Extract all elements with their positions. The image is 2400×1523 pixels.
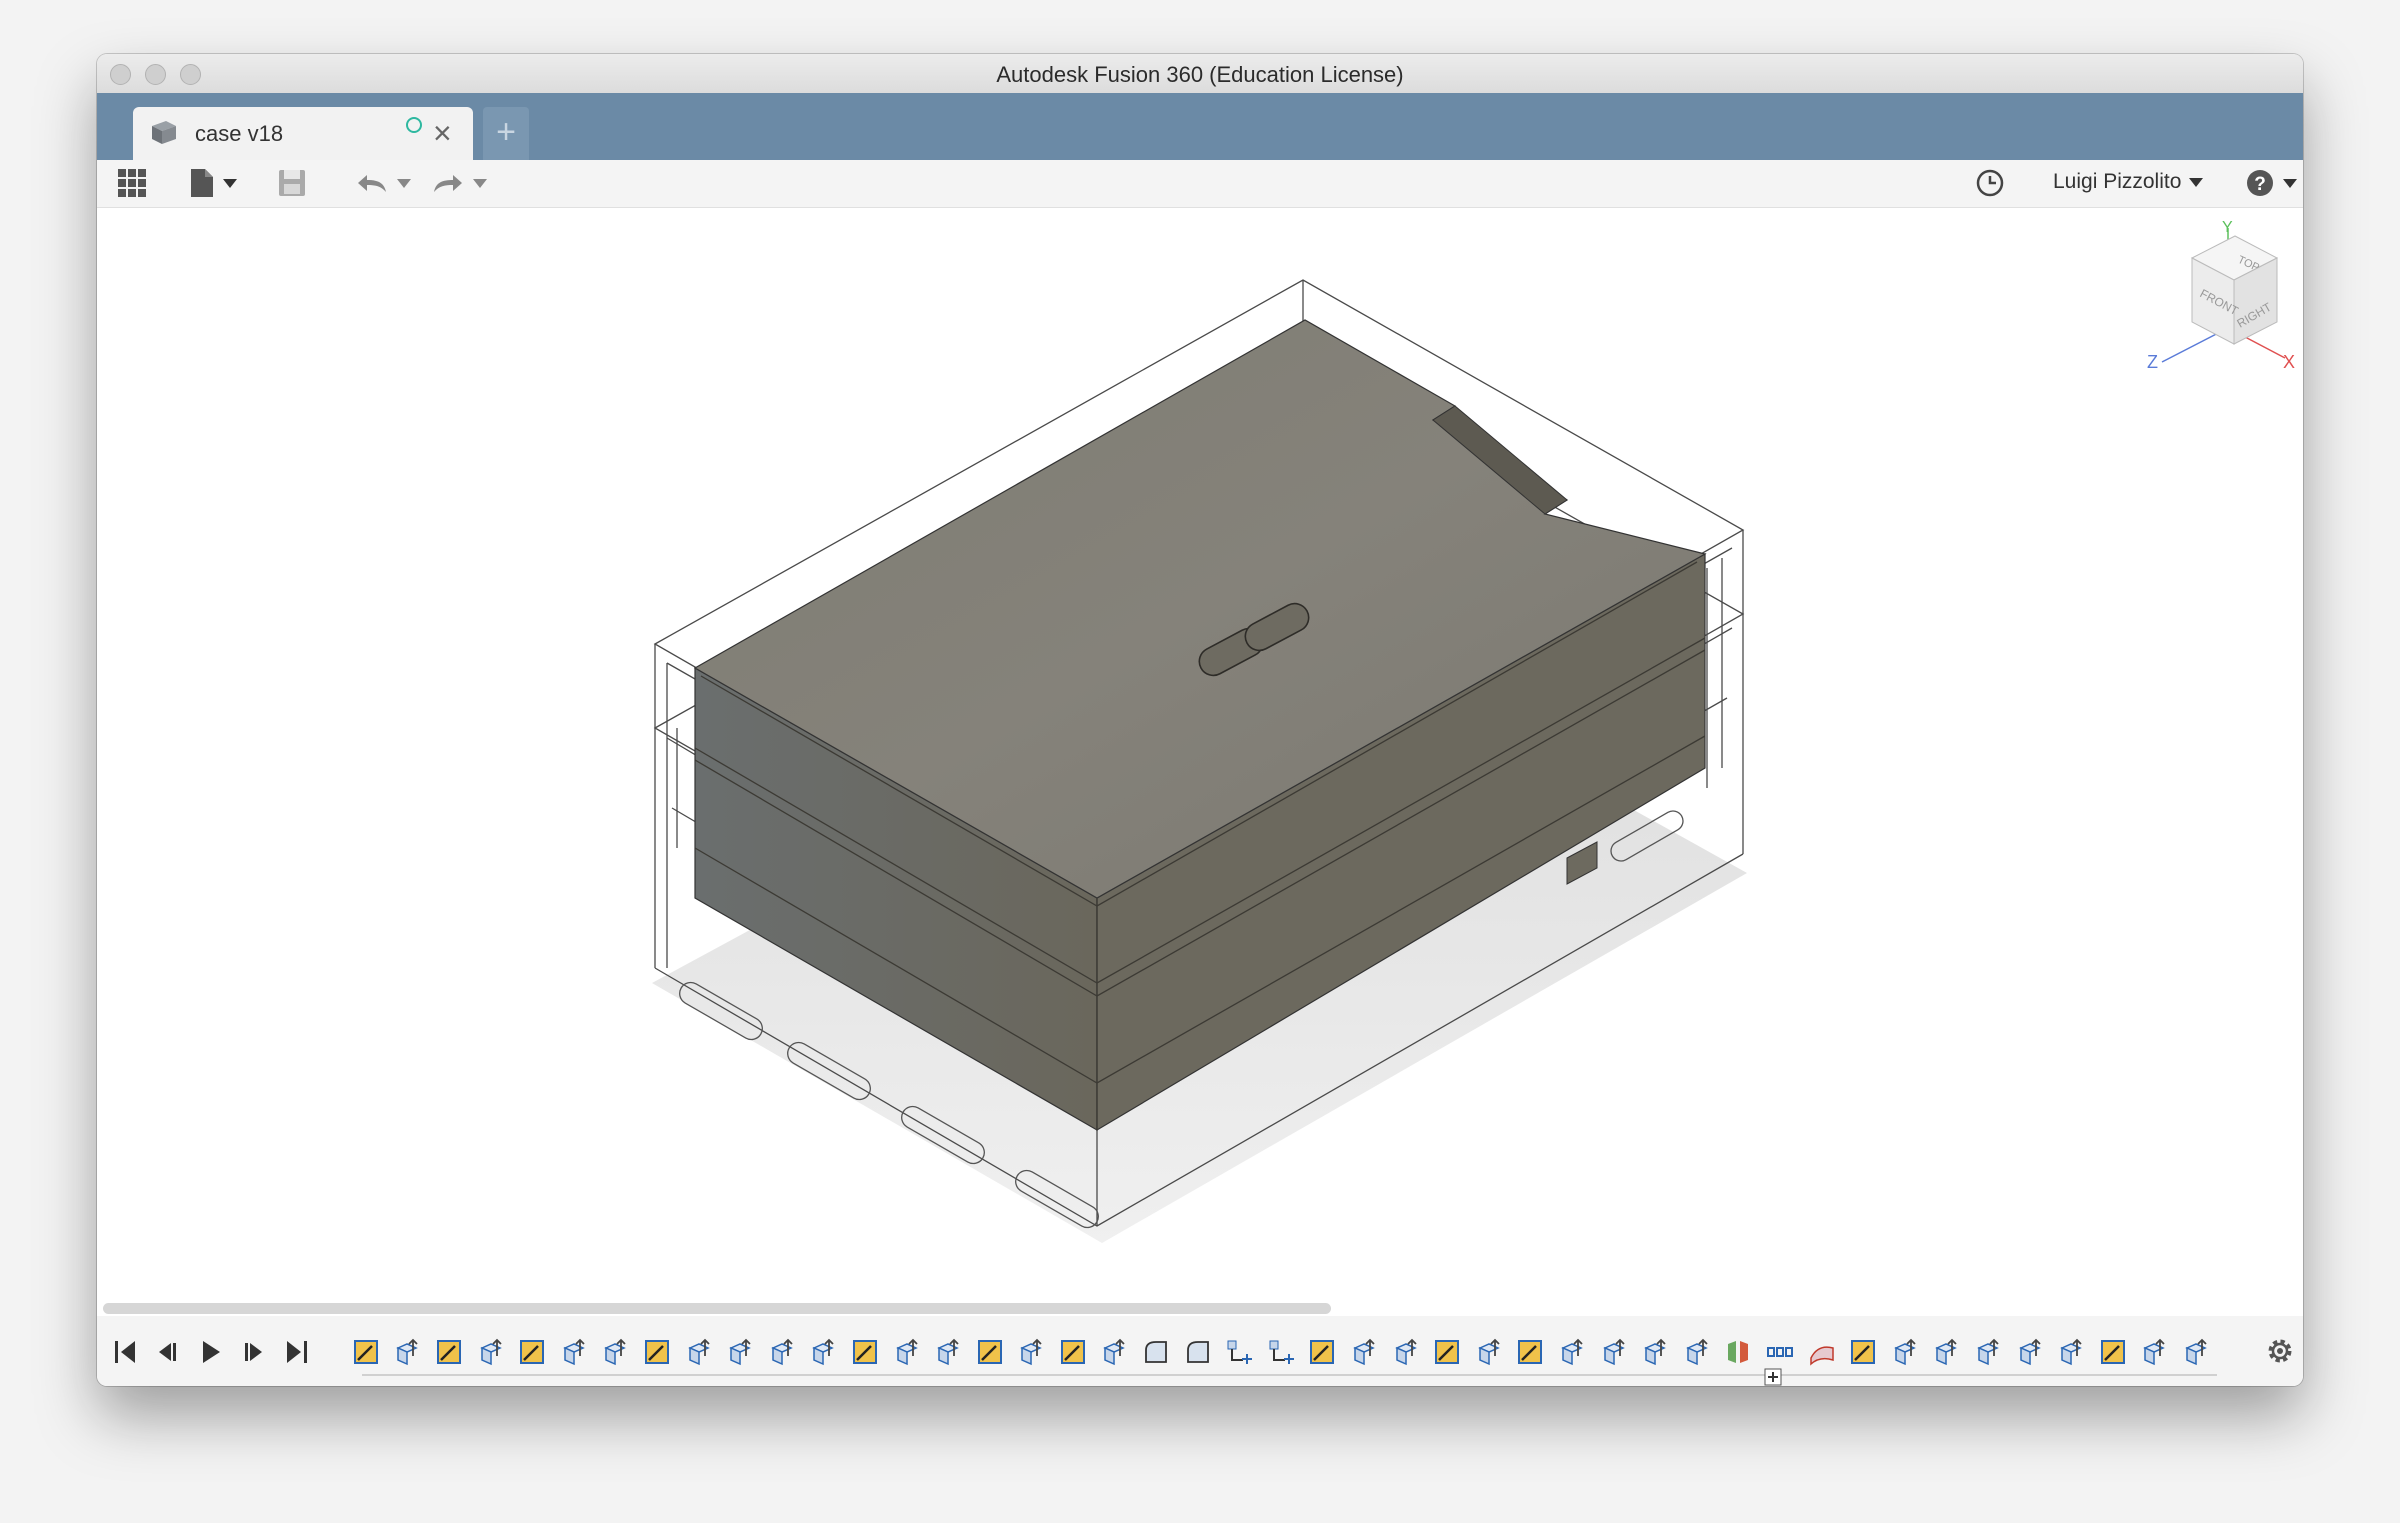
grid-menu-icon[interactable] <box>117 168 147 198</box>
redo-button[interactable] <box>431 168 487 198</box>
timeline-feature-sketch-icon[interactable] <box>345 1336 387 1368</box>
chevron-down-icon <box>2283 178 2297 188</box>
last-step-icon[interactable] <box>283 1338 309 1371</box>
timeline-feature-extrude-icon[interactable] <box>927 1336 969 1368</box>
new-tab-button[interactable]: + <box>483 107 529 160</box>
save-icon <box>279 170 305 196</box>
timeline-feature-joint-icon[interactable] <box>1260 1336 1302 1368</box>
gear-icon <box>2268 1339 2292 1363</box>
timeline-feature-extrude-icon[interactable] <box>1884 1336 1926 1368</box>
timeline-feature-sketch-icon[interactable] <box>844 1336 886 1368</box>
job-status-button[interactable] <box>1975 168 2005 198</box>
file-menu-button[interactable] <box>189 168 237 198</box>
timeline-feature-extrude-icon[interactable] <box>1011 1336 1053 1368</box>
timeline-feature-extrude-icon[interactable] <box>1926 1336 1968 1368</box>
timeline-feature-extrude-icon[interactable] <box>1593 1336 1635 1368</box>
window-title: Autodesk Fusion 360 (Education License) <box>996 62 1404 87</box>
timeline-marker-icon[interactable] <box>1764 1368 1782 1386</box>
timeline-feature-extrude-icon[interactable] <box>803 1336 845 1368</box>
chevron-down-icon <box>223 178 237 188</box>
timeline-feature-extrude-icon[interactable] <box>595 1336 637 1368</box>
timeline-feature-sketch-icon[interactable] <box>1052 1336 1094 1368</box>
timeline-feature-extrude-icon[interactable] <box>886 1336 928 1368</box>
timeline-feature-sketch-icon[interactable] <box>2092 1336 2134 1368</box>
timeline-feature-sketch-icon[interactable] <box>969 1336 1011 1368</box>
timeline-bar <box>97 1316 2303 1386</box>
next-step-icon[interactable] <box>240 1338 266 1371</box>
timeline-feature-extrude-icon[interactable] <box>678 1336 720 1368</box>
timeline-feature-extrude-icon[interactable] <box>553 1336 595 1368</box>
timeline-feature-extrude-icon[interactable] <box>2050 1336 2092 1368</box>
quick-access-toolbar: Luigi Pizzolito ? <box>97 160 2303 208</box>
timeline-feature-extrude-icon[interactable] <box>1676 1336 1718 1368</box>
tab-label: case v18 <box>195 121 284 146</box>
3d-viewport[interactable]: TOP FRONT RIGHT Y Z X <box>97 208 2303 1256</box>
chevron-down-icon <box>473 178 487 188</box>
timeline-features <box>345 1336 2217 1368</box>
timeline-scrollbar[interactable] <box>103 1303 1331 1314</box>
timeline-feature-extrude-icon[interactable] <box>1634 1336 1676 1368</box>
timeline-feature-extrude-icon[interactable] <box>470 1336 512 1368</box>
timeline-feature-joint-icon[interactable] <box>1218 1336 1260 1368</box>
timeline-feature-sketch-icon[interactable] <box>1842 1336 1884 1368</box>
case-model <box>652 279 1747 1243</box>
timeline-feature-extrude-icon[interactable] <box>1343 1336 1385 1368</box>
box-icon <box>148 118 180 151</box>
timeline-feature-extrude-icon[interactable] <box>2009 1336 2051 1368</box>
z-axis-label: Z <box>2147 352 2158 372</box>
help-icon: ? <box>2247 170 2273 196</box>
timeline-feature-fillet-icon[interactable] <box>1135 1336 1177 1368</box>
redo-icon <box>434 175 462 192</box>
timeline-settings-button[interactable] <box>2265 1336 2295 1371</box>
history-icon <box>1976 169 2004 197</box>
timeline-feature-extrude-icon[interactable] <box>2175 1336 2217 1368</box>
timeline-feature-extrude-icon[interactable] <box>1468 1336 1510 1368</box>
play-icon[interactable] <box>198 1338 224 1371</box>
view-cube[interactable]: TOP FRONT RIGHT Y Z X <box>2137 218 2297 378</box>
timeline-feature-extrude-icon[interactable] <box>1551 1336 1593 1368</box>
undo-button[interactable] <box>355 168 411 198</box>
file-icon <box>191 169 213 197</box>
timeline-feature-extrude-icon[interactable] <box>1967 1336 2009 1368</box>
previous-step-icon[interactable] <box>155 1338 181 1371</box>
user-account-menu[interactable]: Luigi Pizzolito <box>2053 170 2204 194</box>
document-tab-bar: case v18 × + <box>97 93 2303 160</box>
y-axis-label: Y <box>2222 219 2233 236</box>
timeline-feature-pattern-icon[interactable] <box>1759 1336 1801 1368</box>
unsaved-status-icon <box>406 117 422 133</box>
timeline-feature-extrude-icon[interactable] <box>761 1336 803 1368</box>
chevron-down-icon <box>397 178 411 188</box>
timeline-ruler <box>362 1374 2217 1376</box>
timeline-feature-extrude-icon[interactable] <box>1385 1336 1427 1368</box>
save-button[interactable] <box>277 168 307 198</box>
timeline-feature-extrude-icon[interactable] <box>2134 1336 2176 1368</box>
x-axis-label: X <box>2283 352 2295 372</box>
first-step-icon[interactable] <box>113 1338 139 1371</box>
title-bar: Autodesk Fusion 360 (Education License) <box>97 54 2303 94</box>
timeline-feature-extrude-icon[interactable] <box>1094 1336 1136 1368</box>
close-tab-icon[interactable]: × <box>433 117 452 149</box>
timeline-feature-extrude-icon[interactable] <box>387 1336 429 1368</box>
svg-text:?: ? <box>2254 174 2266 195</box>
help-menu-button[interactable]: ? <box>2245 168 2297 198</box>
user-name: Luigi Pizzolito <box>2053 170 2182 193</box>
timeline-feature-sketch-icon[interactable] <box>1510 1336 1552 1368</box>
timeline-feature-split-icon[interactable] <box>1718 1336 1760 1368</box>
timeline-feature-sketch-icon[interactable] <box>428 1336 470 1368</box>
timeline-feature-fillet-icon[interactable] <box>1177 1336 1219 1368</box>
timeline-feature-surface-icon[interactable] <box>1801 1336 1843 1368</box>
timeline-feature-sketch-icon[interactable] <box>1426 1336 1468 1368</box>
timeline-feature-sketch-icon[interactable] <box>511 1336 553 1368</box>
undo-icon <box>358 175 386 192</box>
timeline-feature-sketch-icon[interactable] <box>1302 1336 1344 1368</box>
chevron-down-icon <box>2189 177 2204 187</box>
tab-case-v18[interactable]: case v18 × <box>133 107 473 160</box>
app-window: Autodesk Fusion 360 (Education License) … <box>97 54 2303 1386</box>
timeline-feature-extrude-icon[interactable] <box>719 1336 761 1368</box>
timeline-feature-sketch-icon[interactable] <box>636 1336 678 1368</box>
